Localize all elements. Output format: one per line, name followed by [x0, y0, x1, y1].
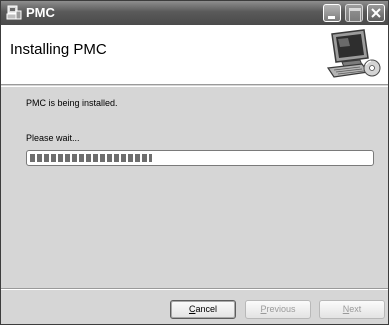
header-banner: Installing PMC [1, 25, 388, 85]
header-divider [1, 86, 388, 87]
progress-fill [30, 154, 152, 162]
window-title: PMC [26, 5, 55, 20]
cancel-button[interactable]: Cancel [170, 300, 236, 319]
installer-app-icon [6, 5, 22, 21]
install-progress-bar [26, 150, 374, 166]
maximize-button [345, 4, 363, 22]
cancel-label: ancel [195, 304, 217, 314]
next-label: ext [349, 304, 362, 314]
next-button: Next [319, 300, 385, 319]
wait-label: Please wait... [26, 133, 80, 143]
footer-divider-highlight [1, 289, 388, 290]
previous-label: revious [266, 304, 296, 314]
close-button[interactable] [367, 4, 385, 22]
previous-button: Previous [245, 300, 311, 319]
title-bar[interactable]: PMC [1, 1, 388, 25]
status-message: PMC is being installed. [26, 98, 118, 108]
installer-window: PMC Installing PMC PMC is being installe… [0, 0, 389, 325]
page-title: Installing PMC [10, 41, 107, 58]
computer-install-icon [324, 28, 382, 82]
minimize-button[interactable] [323, 4, 341, 22]
